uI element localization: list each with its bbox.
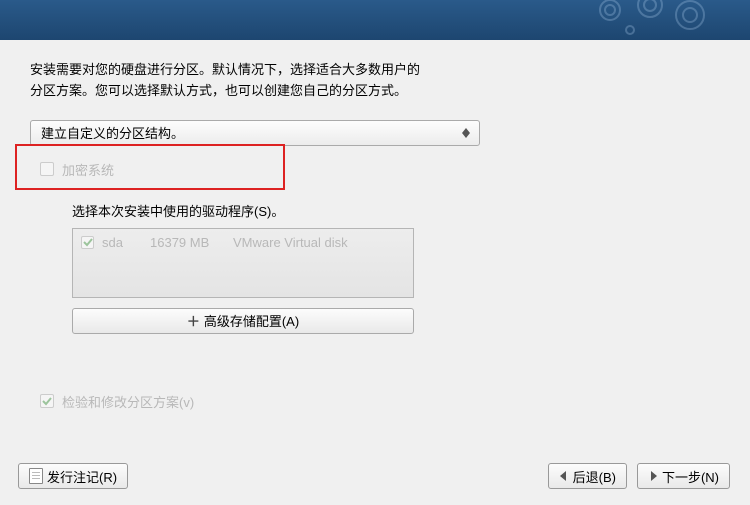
- header-decoration: [580, 0, 720, 45]
- back-button[interactable]: 后退(B): [548, 463, 627, 489]
- partition-scheme-value: 建立自定义的分区结构。: [41, 123, 184, 142]
- notes-icon: [29, 468, 43, 484]
- encrypt-system-checkbox: [40, 162, 54, 176]
- drives-list[interactable]: sda 16379 MB VMware Virtual disk: [72, 228, 414, 298]
- partition-scheme-select[interactable]: 建立自定义的分区结构。: [30, 120, 480, 146]
- drive-checkbox: [81, 236, 94, 249]
- drive-size: 16379 MB: [150, 235, 225, 250]
- plus-icon: ＋: [187, 311, 200, 330]
- drives-section-label: 选择本次安装中使用的驱动程序(S)。: [72, 201, 740, 220]
- drive-name: sda: [102, 235, 142, 250]
- advanced-storage-button[interactable]: ＋ 高级存储配置(A): [72, 308, 414, 334]
- back-label: 后退(B): [573, 467, 616, 486]
- drive-item[interactable]: sda 16379 MB VMware Virtual disk: [81, 235, 405, 250]
- next-label: 下一步(N): [662, 467, 719, 486]
- intro-line2: 分区方案。您可以选择默认方式，也可以创建您自己的分区方式。: [30, 81, 740, 102]
- encrypt-system-label: 加密系统: [62, 160, 114, 179]
- installer-header: [0, 0, 750, 40]
- arrow-right-icon: [648, 471, 658, 481]
- next-button[interactable]: 下一步(N): [637, 463, 730, 489]
- release-notes-button[interactable]: 发行注记(R): [18, 463, 128, 489]
- drive-desc: VMware Virtual disk: [233, 235, 348, 250]
- dropdown-arrows-icon: [459, 123, 473, 143]
- release-notes-label: 发行注记(R): [47, 467, 117, 486]
- arrow-left-icon: [559, 471, 569, 481]
- encrypt-system-row: 加密系统: [40, 160, 740, 179]
- review-partition-row: 检验和修改分区方案(v): [40, 392, 740, 411]
- intro-text: 安装需要对您的硬盘进行分区。默认情况下，选择适合大多数用户的 分区方案。您可以选…: [30, 60, 740, 102]
- intro-line1: 安装需要对您的硬盘进行分区。默认情况下，选择适合大多数用户的: [30, 60, 740, 81]
- review-partition-checkbox: [40, 394, 54, 408]
- advanced-storage-label: 高级存储配置(A): [204, 311, 299, 330]
- review-partition-label: 检验和修改分区方案(v): [62, 392, 194, 411]
